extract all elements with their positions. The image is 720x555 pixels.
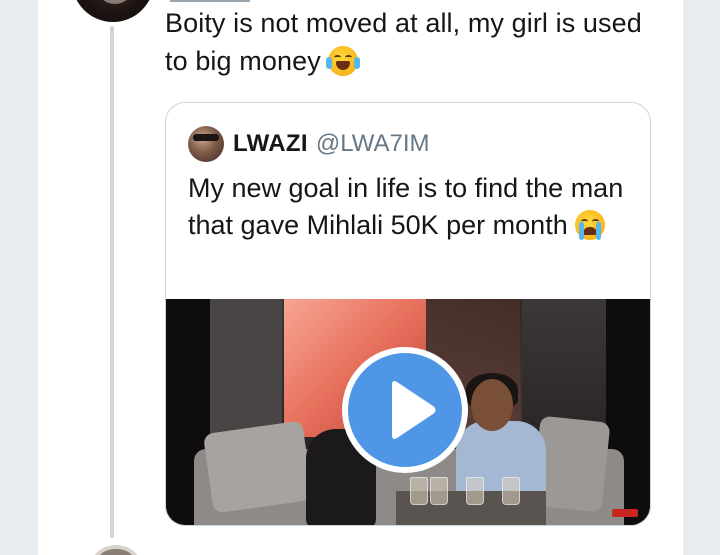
quoted-tweet-text: My new goal in life is to find the man t… <box>188 170 628 244</box>
quoted-author-name[interactable]: LWAZI <box>233 130 308 157</box>
avatar-face <box>100 0 130 4</box>
video-scene-glass <box>502 477 520 505</box>
reply-tweet-text: Boity is not moved at all, my girl is us… <box>165 4 665 80</box>
quoted-tweet-body: My new goal in life is to find the man t… <box>188 173 624 240</box>
loudly-crying-face-icon <box>575 210 606 240</box>
video-scene-person-right-head <box>471 379 513 431</box>
thread-connector-line <box>110 26 114 538</box>
reply-author-avatar[interactable] <box>72 0 154 22</box>
play-video-button[interactable] <box>342 347 468 473</box>
quoted-author-avatar[interactable] <box>188 126 224 162</box>
quoted-tweet[interactable]: LWAZI @LWA7IM My new goal in life is to f… <box>165 102 651 526</box>
video-scene-glass <box>410 477 428 505</box>
reply-tweet-body: Boity is not moved at all, my girl is us… <box>165 8 642 76</box>
reply-author-name-fragment <box>170 0 250 2</box>
video-scene-glass <box>466 477 484 505</box>
video-scene-cushion-left <box>202 420 314 514</box>
play-icon <box>392 381 436 439</box>
video-scene-glass <box>430 477 448 505</box>
video-thumbnail[interactable] <box>166 299 650 525</box>
quoted-tweet-header: LWAZI @LWA7IM <box>233 127 430 161</box>
next-reply-avatar[interactable] <box>88 545 144 555</box>
face-with-tears-of-joy-icon <box>326 46 361 76</box>
video-source-badge <box>612 509 638 517</box>
quoted-author-handle[interactable]: @LWA7IM <box>316 130 430 157</box>
tweet-thread-card: Boity is not moved at all, my girl is us… <box>38 0 683 555</box>
